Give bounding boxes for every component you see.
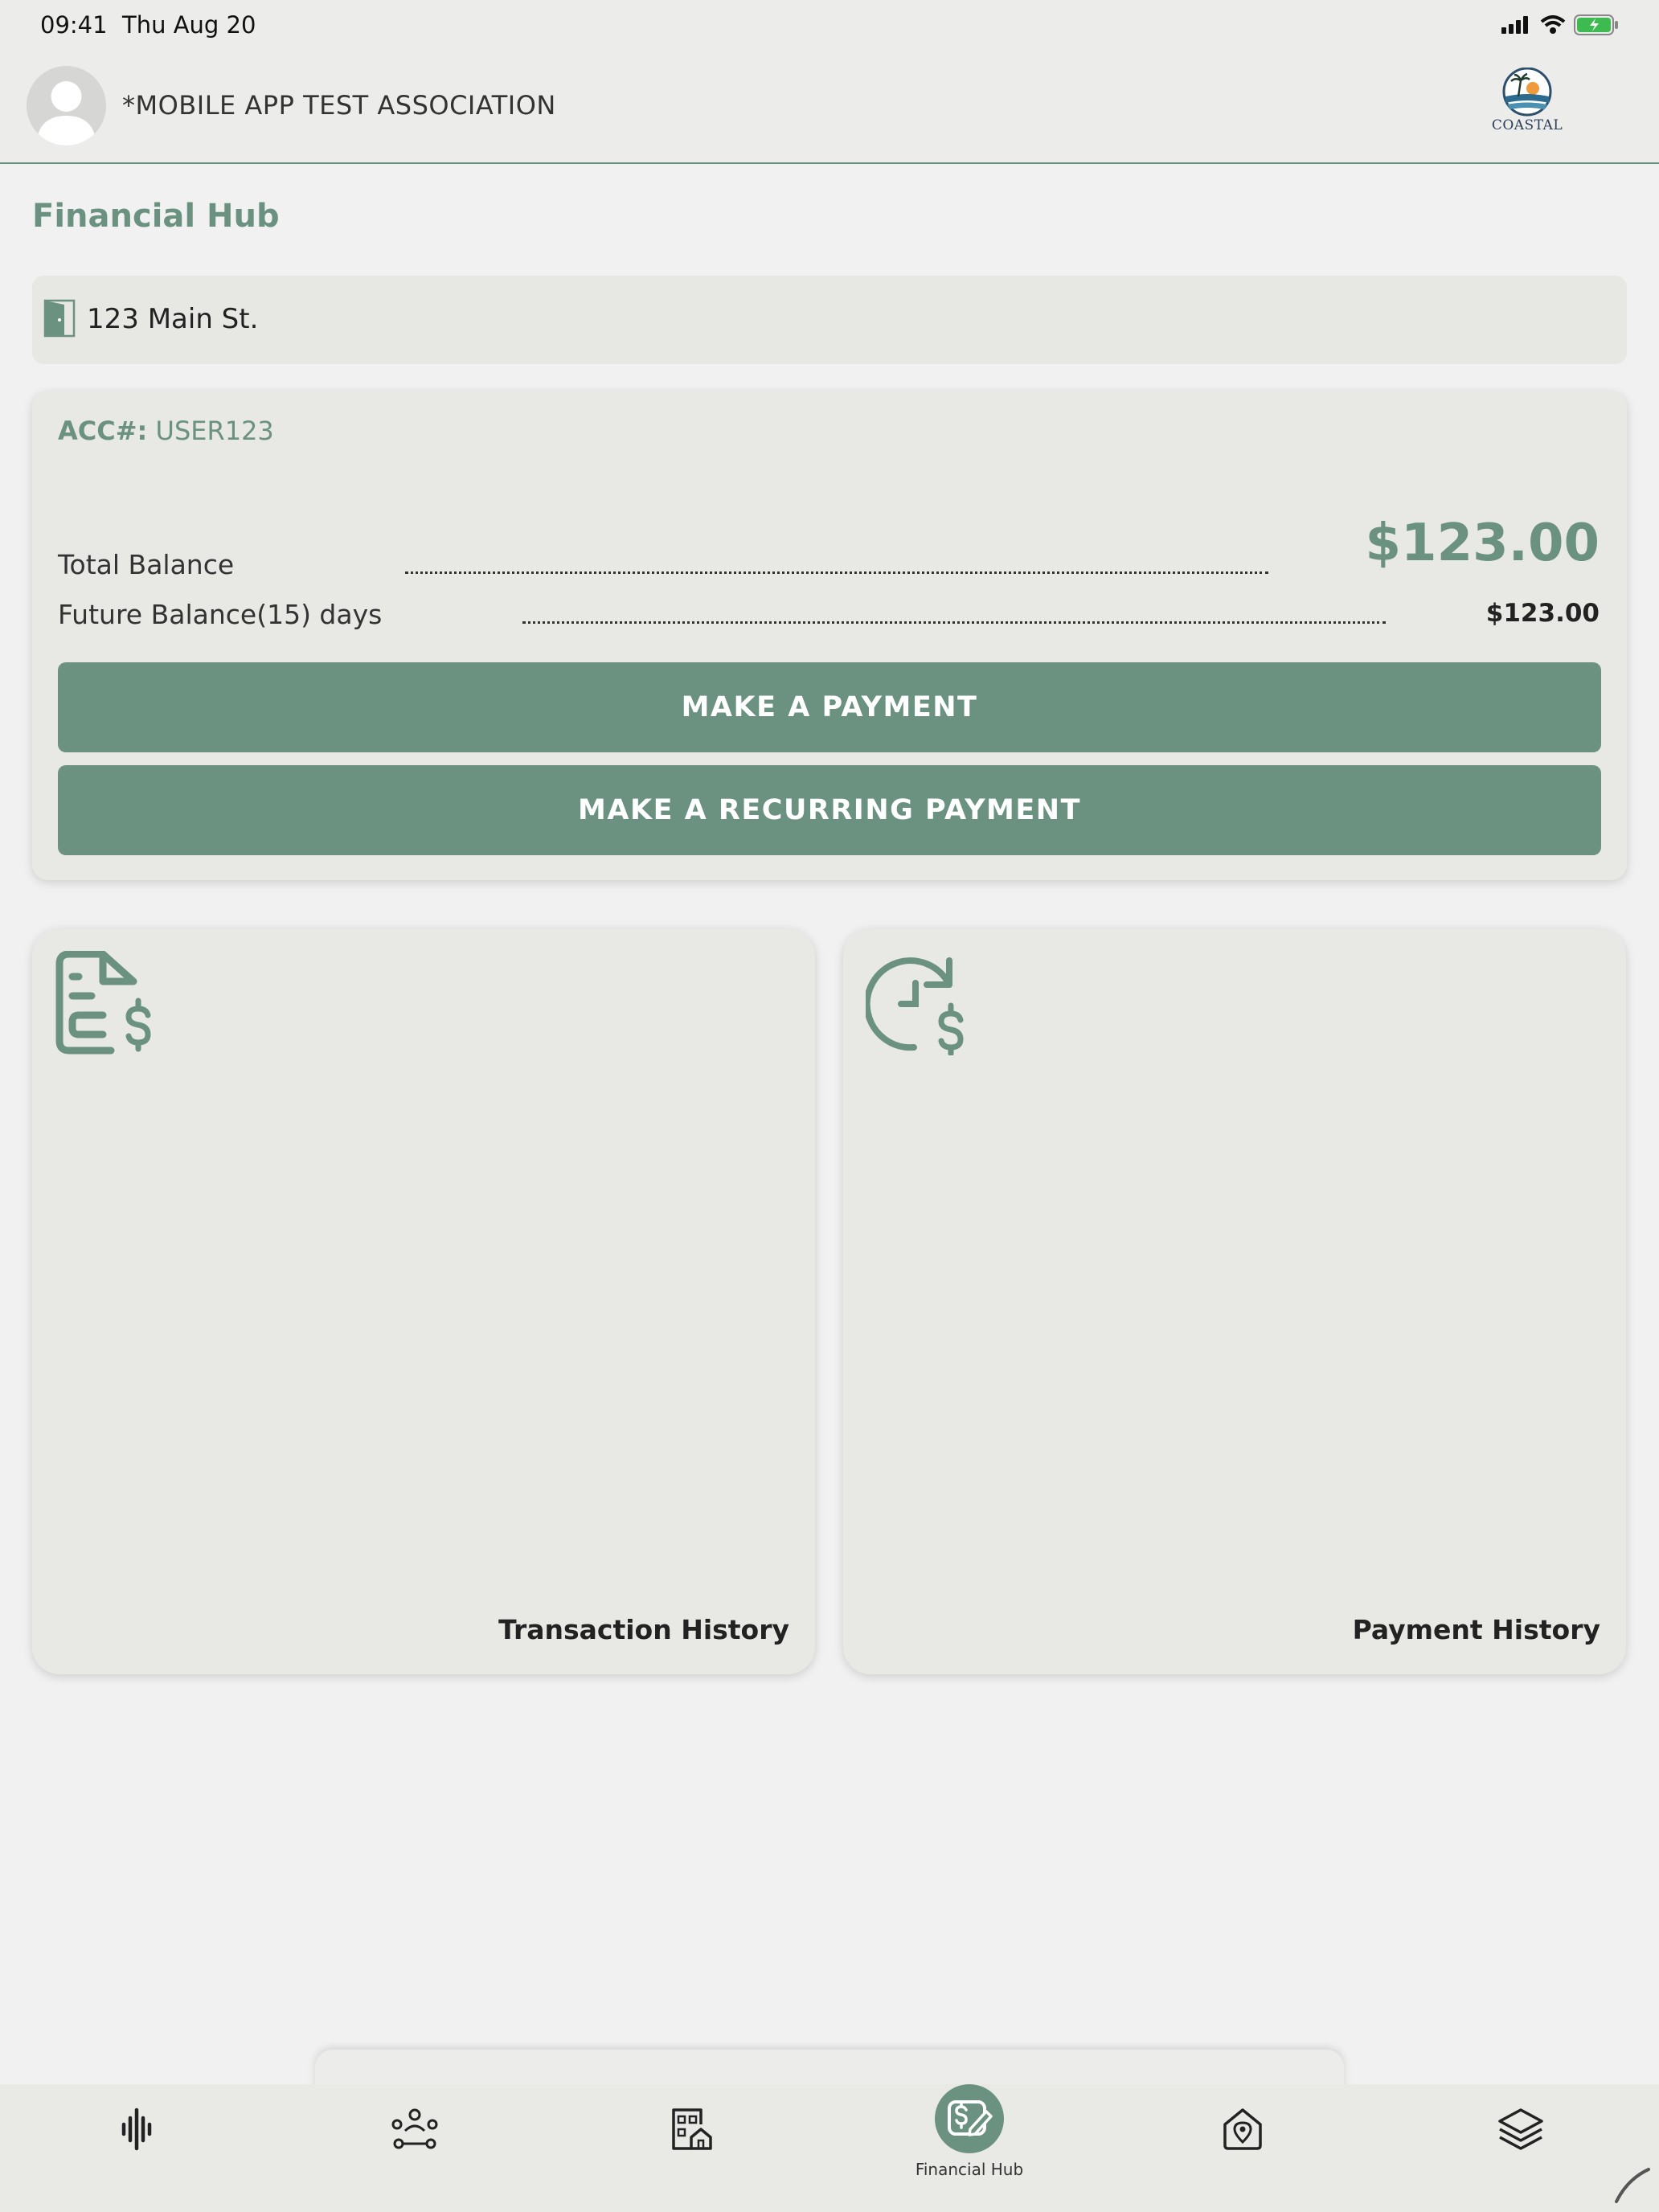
financial-hub-icon xyxy=(948,2100,993,2136)
payment-history-label: Payment History xyxy=(1352,1614,1600,1645)
page-title: Financial Hub xyxy=(32,198,280,235)
nav-item-layers[interactable] xyxy=(1471,2084,1567,2189)
future-balance-leader xyxy=(522,621,1386,624)
nav-item-financial-hub[interactable] xyxy=(935,2084,1004,2153)
account-number-label: ACC#: xyxy=(58,416,148,446)
nav-item-financial-hub-label: Financial Hub xyxy=(915,2160,1024,2179)
association-name: *MOBILE APP TEST ASSOCIATION xyxy=(122,90,556,121)
avatar[interactable] xyxy=(27,66,106,145)
payment-history-tile[interactable]: Payment History xyxy=(843,928,1626,1674)
home-indicator-icon xyxy=(1615,2168,1650,2203)
coastal-logo-icon xyxy=(1502,67,1552,117)
signal-icon xyxy=(1501,16,1528,34)
community-icon xyxy=(391,2108,438,2149)
nav-item-community[interactable] xyxy=(365,2084,461,2189)
home-location-icon xyxy=(1223,2108,1262,2150)
account-number: ACC#: USER123 xyxy=(58,416,274,446)
transaction-history-label: Transaction History xyxy=(498,1614,789,1645)
total-balance-leader xyxy=(405,571,1268,574)
app-header: *MOBILE APP TEST ASSOCIATION COASTAL xyxy=(0,51,1659,164)
clock-dollar-icon xyxy=(866,957,964,1055)
total-balance-label: Total Balance xyxy=(58,549,235,580)
activity-icon xyxy=(121,2108,152,2151)
status-bar: 09:41 Thu Aug 20 xyxy=(0,0,1659,51)
wifi-icon xyxy=(1540,15,1566,34)
future-balance-value: $123.00 xyxy=(1485,599,1600,628)
nav-item-property[interactable] xyxy=(641,2084,738,2189)
bottom-navigation: Financial Hub xyxy=(0,2084,1659,2212)
total-balance-value: $123.00 xyxy=(1365,514,1600,573)
invoice-dollar-icon xyxy=(55,951,151,1055)
future-balance-label: Future Balance(15) days xyxy=(58,599,383,630)
building-home-icon xyxy=(672,2108,712,2150)
property-address-selector[interactable]: 123 Main St. xyxy=(32,276,1627,364)
door-icon xyxy=(43,299,76,338)
status-time: 09:41 Thu Aug 20 xyxy=(40,11,256,39)
make-payment-button[interactable]: MAKE A PAYMENT xyxy=(58,662,1601,752)
status-indicators xyxy=(1501,14,1619,35)
battery-icon xyxy=(1574,14,1618,35)
account-balance-card: ACC#: USER123 Total Balance $123.00 Futu… xyxy=(32,391,1627,880)
layers-icon xyxy=(1498,2108,1543,2150)
property-address: 123 Main St. xyxy=(87,303,259,335)
user-silhouette-icon xyxy=(36,81,96,145)
make-recurring-payment-button[interactable]: MAKE A RECURRING PAYMENT xyxy=(58,765,1601,855)
nav-item-activity[interactable] xyxy=(88,2084,185,2189)
brand-logo: COASTAL xyxy=(1483,67,1571,148)
brand-logo-text: COASTAL xyxy=(1491,117,1563,133)
nav-item-location[interactable] xyxy=(1194,2084,1291,2189)
account-number-value: USER123 xyxy=(155,416,274,446)
transaction-history-tile[interactable]: Transaction History xyxy=(32,928,815,1674)
